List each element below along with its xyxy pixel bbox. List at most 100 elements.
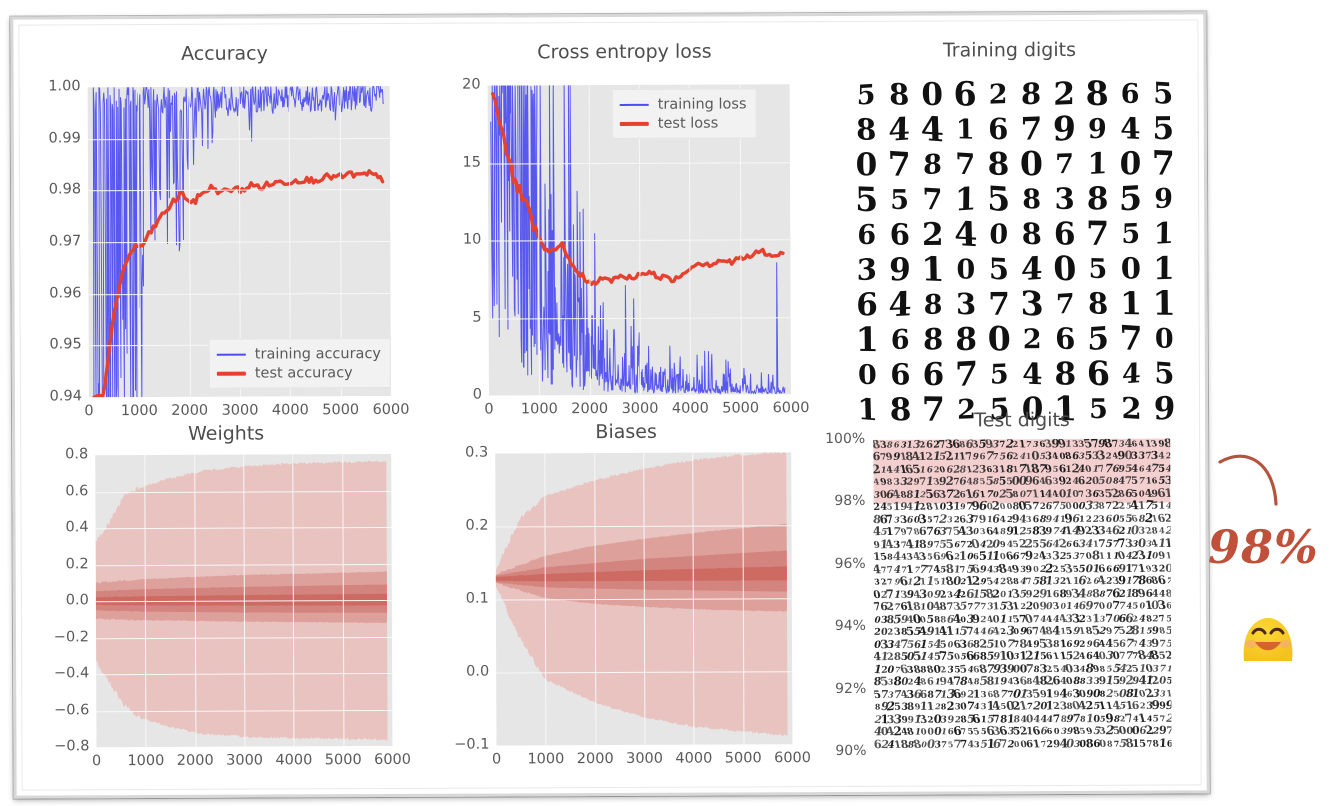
biases-plot-area [495, 452, 793, 746]
training-digits-title: Training digits [942, 38, 1077, 62]
training-digit-cell: 5 [989, 358, 1009, 392]
weights-chart-title: Weights [188, 422, 265, 445]
test-digit-cell: 6 [1166, 738, 1172, 750]
training-digit-cell: 7 [1054, 148, 1074, 181]
training-digit-cell: 8 [1021, 216, 1043, 253]
training-digit-cell: 1 [855, 320, 880, 361]
training-digit-cell: 1 [1153, 216, 1175, 252]
training-digit-cell: 8 [987, 146, 1010, 184]
test-digit-cell: 4 [1157, 451, 1165, 463]
training-digits-grid: 5806282865844167994507878071075571583859… [849, 74, 1181, 430]
legend-label: test accuracy [254, 364, 353, 382]
training-digit-cell: 2 [1022, 323, 1042, 356]
test-digit-cell: 9 [999, 676, 1008, 689]
test-digit-cell: 2 [1105, 452, 1112, 463]
training-digit-cell: 8 [1087, 286, 1109, 323]
accuracy-legend: training accuracy test accuracy [208, 337, 392, 389]
training-digit-cell: 3 [1054, 182, 1075, 217]
biases-chart-title: Biases [595, 420, 657, 444]
training-digit-cell: 5 [986, 179, 1011, 221]
loss-y-tick: 20 [462, 76, 481, 93]
training-digit-cell: 0 [987, 319, 1012, 360]
accuracy-annotation-text: 98% [1208, 520, 1319, 574]
training-digit-cell: 9 [1154, 182, 1174, 216]
biases-chart-panel: Biases 0.3 0.2 0.1 0.0 −0.1 0 1000 2000 3000 400… [441, 420, 813, 782]
training-digit-cell: 0 [1052, 249, 1078, 290]
screenshot-root: Accuracy 1.00 0.99 0.98 0.97 0.96 0.95 0.94 01… [0, 0, 1338, 806]
training-digit-cell: 3 [1020, 284, 1045, 325]
biases-y-tick: 0.1 [465, 590, 489, 607]
test-digit-cell: 7 [1079, 552, 1086, 562]
weights-y-tick: −0.4 [53, 665, 90, 682]
training-digit-cell: 9 [1087, 113, 1107, 146]
test-digits-grid-wrap: 8386313262736863593722173639913357987346… [873, 438, 1172, 752]
test-digits-title: Test digits [974, 408, 1070, 432]
test-digit-cell: 2 [887, 628, 894, 638]
test-digit-cell: 5 [1164, 625, 1172, 638]
training-digit-cell: 6 [987, 112, 1009, 147]
legend-label: test loss [657, 115, 719, 132]
legend-swatch [216, 353, 246, 356]
dashboard-frame: Accuracy 1.00 0.99 0.98 0.97 0.96 0.95 0.94 01… [10, 11, 1210, 799]
training-digit-cell: 8 [1085, 74, 1110, 115]
weights-y-tick: −0.8 [54, 738, 90, 755]
training-digit-cell: 4 [1021, 357, 1043, 393]
test-digits-y-tick: 96% [834, 555, 866, 572]
training-digit-cell: 2 [1053, 75, 1076, 114]
training-digit-cell: 4 [1119, 111, 1141, 147]
training-digit-cell: 5 [1121, 218, 1141, 251]
training-digit-cell: 8 [922, 322, 944, 358]
training-digit-cell: 0 [855, 147, 878, 184]
test-digit-cell: 6 [1046, 727, 1054, 737]
legend-swatch [619, 121, 649, 126]
legend-label: training accuracy [254, 345, 382, 363]
training-digit-cell: 1 [955, 113, 975, 146]
training-digit-cell: 8 [922, 148, 943, 182]
training-digit-cell: 6 [890, 358, 911, 393]
biases-y-tick: 0.0 [466, 663, 490, 680]
biases-y-tick: 0.2 [465, 517, 489, 534]
training-digit-cell: 7 [1119, 318, 1144, 360]
test-digit-cell: 6 [1138, 465, 1145, 475]
accuracy-y-tick: 0.95 [49, 336, 82, 353]
training-digit-cell: 5 [1153, 356, 1175, 392]
accuracy-chart-panel: Accuracy 1.00 0.99 0.98 0.97 0.96 0.95 0.94 01… [39, 42, 411, 419]
training-digit-cell: 6 [857, 219, 877, 252]
legend-swatch [216, 371, 246, 376]
training-digit-cell: 1 [1152, 250, 1175, 288]
training-digit-cell: 6 [1086, 354, 1111, 395]
training-digit-cell: 8 [1054, 356, 1077, 393]
test-digit-cell: 4 [1146, 714, 1153, 724]
test-digit-cell: 9 [1170, 500, 1171, 514]
weights-y-tick: 0.2 [65, 555, 89, 572]
test-digit-cell: 7 [979, 602, 987, 613]
training-digit-cell: 2 [921, 216, 944, 254]
test-digit-cell: 8 [1099, 664, 1107, 675]
accuracy-y-tick: 0.94 [49, 388, 82, 405]
test-digits-y-tick: 98% [834, 493, 866, 510]
training-digit-cell: 4 [920, 109, 945, 151]
training-digit-cell: 8 [923, 288, 943, 322]
training-digit-cell: 8 [888, 77, 910, 113]
training-digit-cell: 5 [1118, 179, 1143, 220]
training-digit-cell: 7 [988, 286, 1011, 324]
training-digit-cell: 5 [1152, 76, 1174, 112]
accuracy-y-tick: 0.99 [48, 129, 81, 147]
training-digit-cell: 8 [1021, 183, 1042, 216]
test-digit-cell: 9 [1171, 464, 1172, 476]
training-digit-cell: 5 [854, 180, 879, 221]
weights-chart-panel: Weights 0.8 0.6 0.4 0.2 0.0 −0.2 −0.4 −0.6 −0.8 … [41, 422, 413, 784]
training-digit-cell: 7 [1020, 111, 1043, 149]
legend-label: training loss [657, 95, 747, 113]
test-digits-y-tick: 90% [835, 742, 867, 760]
accuracy-x-tick: 6000 [372, 401, 410, 419]
test-digit-cell: 0 [1053, 727, 1060, 737]
training-digit-cell: 0 [921, 76, 944, 114]
training-digit-cell: 6 [856, 286, 879, 324]
test-digit-cell: 8 [1106, 739, 1113, 750]
training-digit-cell: 7 [1085, 214, 1110, 254]
training-digit-cell: 8 [1020, 77, 1042, 113]
training-digit-cell: 6 [1054, 321, 1076, 358]
training-digit-cell: 8 [855, 112, 877, 148]
training-digits-panel: Training digits 580628286584416799450787… [819, 38, 1201, 430]
